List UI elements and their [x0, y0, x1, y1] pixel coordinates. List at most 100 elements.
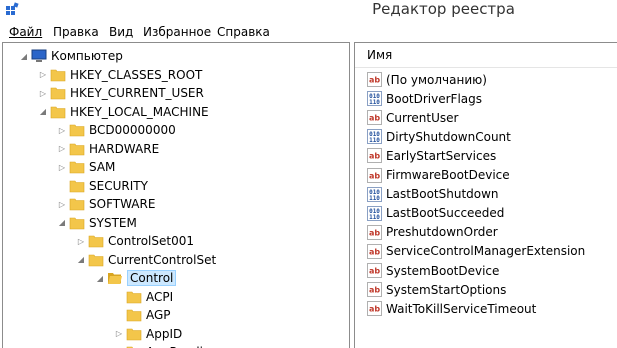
value-name: DirtyShutdownCount — [386, 129, 511, 144]
string-value-icon: ab — [367, 72, 382, 87]
tree-item[interactable]: ◢ HKEY_LOCAL_MACHINE — [38, 103, 209, 121]
binary-value-icon: 010 110 — [367, 129, 382, 145]
svg-text:110: 110 — [369, 99, 380, 106]
menu-edit-label: Правка — [53, 25, 99, 39]
tree-item-label: HKEY_LOCAL_MACHINE — [70, 104, 209, 119]
folder-icon — [69, 216, 85, 230]
value-name: (По умолчанию) — [386, 72, 487, 87]
expand-arrow-icon[interactable]: ▷ — [57, 195, 67, 213]
value-row[interactable]: ab CurrentUser — [367, 108, 458, 127]
svg-text:110: 110 — [369, 214, 380, 221]
tree-item[interactable]: ◢ SYSTEM — [57, 214, 137, 232]
tree-item[interactable]: ▷ AppID — [114, 325, 182, 343]
collapse-arrow-icon[interactable]: ◢ — [76, 251, 86, 269]
svg-text:ab: ab — [369, 286, 380, 295]
column-header-name[interactable]: Имя — [355, 43, 617, 68]
collapse-arrow-icon[interactable]: ◢ — [19, 47, 29, 65]
collapse-arrow-icon[interactable]: ◢ — [57, 214, 67, 232]
folder-icon — [50, 105, 66, 119]
string-value-icon: ab — [367, 110, 382, 126]
tree-item[interactable]: ▷ ControlSet001 — [76, 232, 194, 250]
string-value-icon: ab — [367, 301, 382, 317]
menu-view-label: Вид — [109, 25, 134, 39]
tree-item-label: SYSTEM — [89, 215, 137, 230]
values-pane[interactable]: Имя ab (По умолчанию) 010 110 BootDriverFlag… — [354, 42, 617, 348]
column-header-label: Имя — [367, 48, 393, 62]
tree-item[interactable]: ▷ HKEY_CLASSES_ROOT — [38, 66, 202, 84]
tree-item[interactable]: ▷ SOFTWARE — [57, 195, 156, 213]
tree-item[interactable]: ▷ HKEY_CURRENT_USER — [38, 84, 204, 102]
folder-icon — [126, 290, 142, 304]
value-row[interactable]: 010 110 DirtyShutdownCount — [367, 127, 511, 146]
folder-icon — [126, 327, 142, 341]
svg-text:ab: ab — [369, 305, 380, 314]
folder-icon — [69, 179, 85, 193]
tree-item-label: Компьютер — [51, 49, 123, 63]
value-row[interactable]: ab FirmwareBootDevice — [367, 166, 510, 185]
menu-favorites[interactable]: Избранное — [143, 25, 211, 39]
binary-value-icon: 010 110 — [367, 186, 382, 202]
string-value-icon: ab — [367, 243, 382, 259]
expand-arrow-icon[interactable]: ▷ — [57, 158, 67, 176]
value-row[interactable]: ab SystemStartOptions — [367, 280, 506, 299]
window-title: Редактор реестра — [372, 0, 515, 18]
value-row[interactable]: ab PreshutdownOrder — [367, 223, 498, 242]
expand-arrow-icon[interactable]: ▷ — [57, 121, 67, 139]
value-row[interactable]: ab EarlyStartServices — [367, 146, 496, 165]
menu-file[interactable]: Файл — [9, 25, 42, 39]
value-row[interactable]: ab (По умолчанию) — [367, 70, 487, 89]
tree-item[interactable]: ◢ Control — [95, 269, 177, 287]
expand-arrow-icon[interactable]: ▷ — [57, 140, 67, 158]
value-row[interactable]: ab WaitToKillServiceTimeout — [367, 299, 536, 318]
string-value-icon: ab — [367, 263, 382, 278]
tree-item-label: BCD00000000 — [89, 123, 176, 137]
tree-item-label: CurrentControlSet — [108, 252, 217, 267]
key-tree-pane[interactable]: ◢ Компьютер ▷ HKEY_CLASSES_ROOT ▷ HKEY_CURREN… — [2, 42, 350, 348]
svg-text:ab: ab — [369, 114, 380, 123]
string-value-icon: ab — [367, 224, 382, 240]
collapse-arrow-icon[interactable]: ◢ — [38, 103, 48, 121]
svg-text:ab: ab — [369, 228, 380, 237]
value-row[interactable]: 010 110 LastBootSucceeded — [367, 204, 504, 223]
svg-text:ab: ab — [369, 247, 380, 256]
value-name: LastBootSucceeded — [386, 206, 505, 221]
expand-arrow-icon[interactable]: ▷ — [76, 232, 86, 250]
value-name: LastBootShutdown — [386, 187, 499, 202]
computer-icon — [31, 49, 47, 63]
menu-edit[interactable]: Правка — [53, 25, 99, 39]
expand-arrow-icon[interactable]: ▷ — [38, 84, 48, 102]
menu-help[interactable]: Справка — [217, 25, 270, 39]
folder-icon — [69, 142, 85, 156]
expand-arrow-icon[interactable]: ▷ — [114, 325, 124, 343]
title-bar: Редактор реестра — [0, 0, 617, 22]
value-row[interactable]: ab SystemBootDevice — [367, 261, 499, 280]
tree-item[interactable]: AppReadiness — [114, 343, 230, 348]
value-name: FirmwareBootDevice — [386, 168, 510, 182]
tree-item-label: ACPI — [146, 289, 174, 304]
expand-arrow-icon[interactable]: ▷ — [38, 66, 48, 84]
menu-view[interactable]: Вид — [109, 25, 133, 39]
value-row[interactable]: ab ServiceControlManagerExtension — [367, 242, 585, 261]
tree-item[interactable]: ▷ BCD00000000 — [57, 121, 176, 139]
menu-bar: Файл Правка Вид Избранное Справка — [0, 22, 617, 42]
folder-icon — [50, 86, 66, 100]
tree-item[interactable]: ACPI — [114, 288, 173, 306]
tree-item[interactable]: AGP — [114, 306, 171, 324]
value-row[interactable]: 010 110 BootDriverFlags — [367, 89, 482, 108]
folder-icon — [88, 234, 104, 248]
tree-item[interactable]: ◢ Компьютер — [19, 47, 123, 65]
tree-item[interactable]: SECURITY — [57, 177, 148, 195]
svg-text:110: 110 — [369, 137, 380, 144]
collapse-arrow-icon[interactable]: ◢ — [95, 269, 105, 287]
tree-item[interactable]: ▷ SAM — [57, 158, 115, 176]
value-row[interactable]: 010 110 LastBootShutdown — [367, 185, 499, 204]
tree-item-label: AppID — [146, 326, 183, 341]
tree-item[interactable]: ◢ CurrentControlSet — [76, 251, 216, 269]
tree-item[interactable]: ▷ HARDWARE — [57, 140, 159, 158]
menu-favorites-label: Избранное — [143, 25, 212, 39]
svg-text:ab: ab — [369, 267, 380, 276]
value-name: CurrentUser — [386, 110, 459, 125]
value-name: EarlyStartServices — [386, 148, 497, 163]
